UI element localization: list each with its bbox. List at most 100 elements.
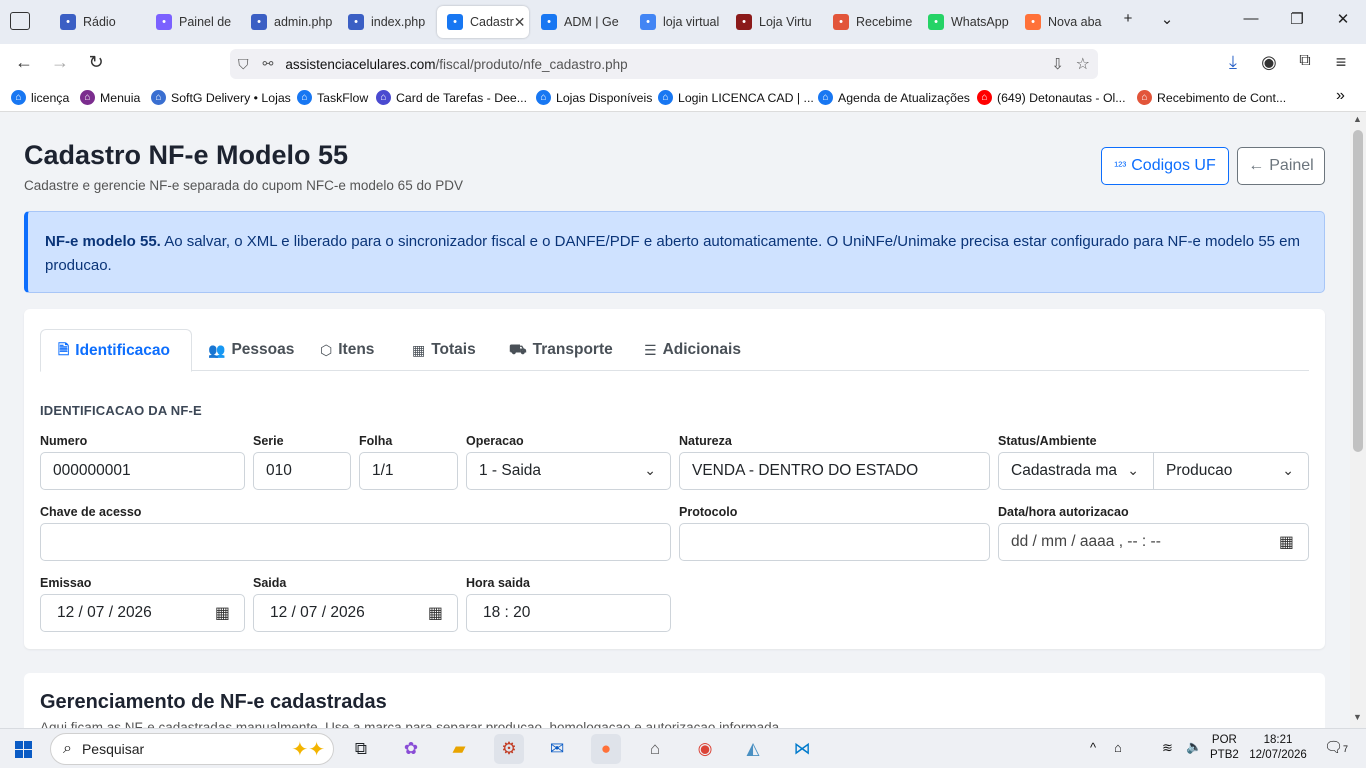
tab-itens[interactable]: ⬡ Itens — [320, 329, 374, 371]
browser-tab-label: loja virtual — [663, 15, 720, 29]
browser-tab[interactable]: • admin.php — [241, 6, 333, 38]
notification-icon[interactable]: 🗨7 — [1324, 740, 1348, 757]
operacao-select[interactable]: 1 - Saida ⌄ — [466, 452, 671, 490]
document-icon: 🗎 — [58, 340, 70, 357]
browser-tab[interactable]: • Cadastr ✕ — [437, 6, 529, 38]
emissao-date-input[interactable]: 12 / 07 / 2026 ▦ — [40, 594, 245, 632]
bookmark-item[interactable]: ⌂ Card de Tarefas - Dee... — [376, 90, 527, 105]
folha-label: Folha — [359, 434, 393, 448]
back-icon[interactable]: ← — [11, 52, 37, 76]
hora-saida-input[interactable]: 18 : 20 — [466, 594, 671, 632]
browser-tab[interactable]: • loja virtual — [630, 6, 722, 38]
page-scrollbar[interactable]: ▲ ▼ — [1350, 112, 1366, 728]
bookmark-item[interactable]: ⌂ Lojas Disponíveis — [536, 90, 652, 105]
protocolo-label: Protocolo — [679, 505, 738, 519]
bookmark-item[interactable]: ⌂ Menuia — [80, 90, 140, 105]
windows-start-icon[interactable] — [15, 741, 32, 758]
account-icon[interactable]: ◉ — [1256, 52, 1282, 76]
scroll-up-icon[interactable]: ▲ — [1353, 114, 1362, 124]
codigos-uf-button[interactable]: ¹²³ Codigos UF — [1101, 147, 1229, 185]
bookmark-favicon-icon: ⌂ — [297, 90, 312, 105]
numero-input[interactable]: 000000001 — [40, 452, 245, 490]
forward-icon[interactable]: → — [47, 52, 73, 76]
bookmark-item[interactable]: ⌂ (649) Detonautas - Ol... — [977, 90, 1126, 105]
saida-date-input[interactable]: 12 / 07 / 2026 ▦ — [253, 594, 458, 632]
browser-tab[interactable]: • Loja Virtu — [726, 6, 818, 38]
status-select[interactable]: Cadastrada ma ⌄ — [998, 452, 1154, 490]
calendar-icon[interactable]: ▦ — [428, 603, 443, 623]
autorizacao-placeholder: dd / mm / aaaa , -- : -- — [1011, 533, 1161, 550]
tab-transporte[interactable]: ⛟ Transporte — [509, 329, 613, 371]
tab-overview-icon[interactable] — [10, 12, 30, 30]
close-tab-icon[interactable]: ✕ — [514, 14, 526, 31]
calendar-icon[interactable]: ▦ — [215, 603, 230, 623]
globe-icon: • — [251, 14, 267, 30]
protocolo-input[interactable] — [679, 523, 990, 561]
task-view-icon[interactable]: ⧉ — [346, 734, 376, 764]
tab-identificacao[interactable]: 🗎 Identificacao — [40, 329, 192, 372]
language-indicator[interactable]: POR PTB2 — [1210, 733, 1239, 763]
browser-tab[interactable]: • ADM | Ge — [531, 6, 623, 38]
painel-button[interactable]: ← Painel — [1237, 147, 1325, 185]
bookmark-item[interactable]: ⌂ SoftG Delivery • Lojas — [151, 90, 291, 105]
ambiente-select[interactable]: Producao ⌄ — [1153, 452, 1309, 490]
pinned-app-icon[interactable]: ⚙ — [494, 734, 524, 764]
serie-input[interactable]: 010 — [253, 452, 351, 490]
firefox-icon[interactable]: ● — [591, 734, 621, 764]
natureza-input[interactable]: VENDA - DENTRO DO ESTADO — [679, 452, 990, 490]
bookmarks-overflow-icon[interactable]: » — [1336, 87, 1345, 105]
extensions-icon[interactable]: ⧉ — [1292, 52, 1318, 76]
outlook-icon[interactable]: ✉ — [542, 734, 572, 764]
save-page-icon[interactable]: ⇩ — [1051, 55, 1064, 73]
browser-tab[interactable]: • Nova aba — [1015, 6, 1107, 38]
copilot-app-icon[interactable]: ✿ — [396, 734, 426, 764]
folha-input[interactable]: 1/1 — [359, 452, 458, 490]
whatsapp-icon: • — [928, 14, 944, 30]
maximize-icon[interactable]: ❐ — [1282, 10, 1312, 28]
reload-icon[interactable]: ↻ — [83, 52, 109, 76]
saida-value: 12 / 07 / 2026 — [270, 604, 365, 621]
downloads-icon[interactable]: ⤓ — [1220, 52, 1246, 76]
scroll-down-icon[interactable]: ▼ — [1353, 712, 1362, 722]
clock[interactable]: 18:21 12/07/2026 — [1246, 733, 1310, 763]
file-explorer-icon[interactable]: ▰ — [444, 734, 474, 764]
scrollbar-thumb[interactable] — [1353, 130, 1363, 452]
numero-label: Numero — [40, 434, 88, 448]
tab-list-chevron-icon[interactable]: ⌄ — [1152, 10, 1182, 28]
new-tab-icon[interactable]: + — [1113, 10, 1143, 27]
tab-adicionais[interactable]: ☰ Adicionais — [644, 329, 741, 371]
bookmark-star-icon[interactable]: ☆ — [1076, 54, 1090, 74]
bookmark-item[interactable]: ⌂ Agenda de Atualizações — [818, 90, 970, 105]
browser-tab[interactable]: • WhatsApp — [918, 6, 1010, 38]
tab-label: Itens — [338, 341, 375, 358]
minimize-icon[interactable]: — — [1236, 10, 1266, 27]
bookmark-item[interactable]: ⌂ Recebimento de Cont... — [1137, 90, 1286, 105]
tab-pessoas[interactable]: 👥 Pessoas — [208, 329, 294, 371]
tray-chevron-icon[interactable]: ^ — [1090, 740, 1096, 755]
browser-tab[interactable]: • index.php — [338, 6, 430, 38]
vscode-icon[interactable]: ⋈ — [787, 734, 817, 764]
bookmark-item[interactable]: ⌂ Login LICENCA CAD | ... — [658, 90, 814, 105]
menu-icon[interactable]: ≡ — [1328, 52, 1354, 76]
tab-totais[interactable]: ▦ Totais — [412, 329, 476, 371]
network-icon[interactable]: ⌂ — [1114, 740, 1122, 755]
site-settings-icon[interactable]: ⚯ — [263, 56, 274, 72]
home-app-icon[interactable]: ⌂ — [640, 734, 670, 764]
calendar-icon[interactable]: ▦ — [1279, 532, 1294, 552]
app-icon[interactable]: ◭ — [738, 734, 768, 764]
chrome-icon[interactable]: ◉ — [690, 734, 720, 764]
autorizacao-datetime-input[interactable]: dd / mm / aaaa , -- : -- ▦ — [998, 523, 1309, 561]
browser-tab[interactable]: • Painel de — [146, 6, 238, 38]
bookmark-item[interactable]: ⌂ TaskFlow — [297, 90, 368, 105]
volume-icon[interactable]: 🔈 — [1186, 739, 1202, 754]
chave-input[interactable] — [40, 523, 671, 561]
wifi-icon[interactable]: ≋ — [1162, 740, 1173, 755]
url-bar[interactable]: ⛉ ⚯ assistenciacelulares.com/fiscal/prod… — [230, 49, 1098, 79]
browser-tab-label: Painel de — [179, 15, 232, 29]
taskbar-search[interactable]: ⌕ Pesquisar ✦✦ — [50, 733, 334, 765]
close-window-icon[interactable]: ✕ — [1328, 10, 1358, 28]
bookmark-item[interactable]: ⌂ licença — [11, 90, 69, 105]
browser-tab[interactable]: • Rádio — [50, 6, 142, 38]
bookmark-favicon-icon: ⌂ — [658, 90, 673, 105]
browser-tab[interactable]: • Recebime — [823, 6, 915, 38]
